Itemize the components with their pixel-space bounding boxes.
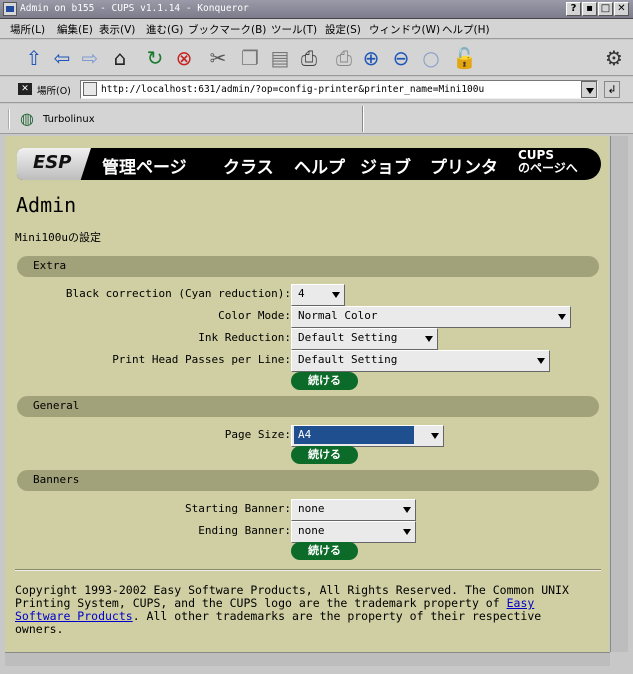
ending-banner-select[interactable]: none: [291, 521, 416, 543]
field-label: Black correction (Cyan reduction):: [65, 287, 291, 300]
easy-software-link[interactable]: Software Products: [15, 609, 133, 623]
footer-text: owners.: [15, 622, 64, 636]
chevron-down-icon: [537, 358, 545, 364]
nav-admin[interactable]: 管理ページ: [102, 153, 187, 178]
nav-jobs[interactable]: ジョブ: [360, 153, 411, 178]
menu-location[interactable]: 場所(L): [10, 22, 45, 37]
nav-printers[interactable]: プリンタ: [430, 153, 498, 178]
go-button[interactable]: ↲: [604, 81, 620, 98]
print-head-passes-select[interactable]: Default Setting: [291, 350, 550, 372]
menu-view[interactable]: 表示(V): [99, 22, 135, 37]
menu-tools[interactable]: ツール(T): [271, 22, 317, 37]
page-icon: [83, 82, 97, 96]
page-title: Admin: [16, 193, 77, 217]
nav-classes[interactable]: クラス: [223, 153, 274, 178]
footer-text: . All other trademarks are the property …: [132, 609, 542, 623]
main-toolbar: ⇧ ⇦ ⇨ ⌂ ↻ ⊗ ✂ ❐ ▤ ⎙ ⎙ ⊕ ⊖ ○ 🔓 ⚙: [0, 40, 633, 76]
chevron-down-icon: [586, 88, 594, 94]
toolbar-divider: [362, 106, 364, 132]
web-content: ESP 管理ページ クラス ヘルプ ジョブ プリンタ CUPS のページへ Adm…: [5, 136, 609, 652]
url-text: http://localhost:631/admin/?op=config-pr…: [101, 84, 485, 95]
nav-help[interactable]: ヘルプ: [294, 153, 345, 178]
location-label: 場所(O): [37, 86, 71, 97]
konqueror-app-icon[interactable]: [3, 2, 17, 16]
clear-location-icon[interactable]: ✕: [18, 83, 32, 95]
footer-text: Copyright 1993-2002 Easy Software Produc…: [15, 583, 569, 597]
menu-settings[interactable]: 設定(S): [325, 22, 361, 37]
menu-window[interactable]: ウィンドウ(W): [369, 22, 440, 37]
chevron-down-icon: [431, 433, 439, 439]
minimize-window-button[interactable]: ▪: [582, 2, 597, 16]
back-icon[interactable]: ⇦: [50, 45, 74, 71]
maximize-window-button[interactable]: □: [598, 2, 613, 16]
page-subtitle: Mini100uの設定: [15, 231, 101, 244]
field-label: Ending Banner:: [198, 524, 291, 537]
field-label: Ink Reduction:: [198, 331, 291, 344]
continue-button-banners[interactable]: 続ける: [291, 542, 358, 560]
zoom-out-icon[interactable]: ⊖: [389, 45, 413, 71]
window-title: Admin on b155 - CUPS v1.1.14 - Konqueror: [20, 3, 249, 14]
konqueror-throbber-icon[interactable]: ⚙: [602, 45, 626, 71]
field-label: Page Size:: [224, 428, 291, 441]
paste-icon[interactable]: ▤: [268, 45, 292, 71]
field-label: Color Mode:: [218, 309, 291, 322]
section-header-general: General: [17, 396, 599, 417]
page-size-select[interactable]: A4: [291, 425, 444, 447]
print-frame-icon[interactable]: ⎙: [332, 45, 356, 71]
menu-edit[interactable]: 編集(E): [57, 22, 93, 37]
chevron-down-icon: [403, 529, 411, 535]
ink-reduction-select[interactable]: Default Setting: [291, 328, 438, 350]
bookmark-toolbar: ◍ Turbolinux: [0, 104, 633, 134]
vertical-scrollbar[interactable]: [610, 136, 628, 652]
chevron-down-icon: [558, 314, 566, 320]
chevron-down-icon: [403, 507, 411, 513]
section-header-extra: Extra: [17, 256, 599, 277]
url-input[interactable]: http://localhost:631/admin/?op=config-pr…: [80, 80, 598, 99]
home-icon[interactable]: ⌂: [108, 45, 132, 71]
stop-icon[interactable]: ⊗: [172, 45, 196, 71]
esp-logo[interactable]: ESP: [17, 148, 91, 180]
easy-software-link[interactable]: Easy: [507, 596, 535, 610]
footer-divider: [15, 569, 601, 571]
footer-text: Printing System, CUPS, and the CUPS logo…: [15, 596, 500, 610]
copyright-footer: Copyright 1993-2002 Easy Software Produc…: [15, 584, 601, 636]
field-label: Print Head Passes per Line:: [112, 353, 291, 366]
menu-help[interactable]: ヘルプ(H): [442, 22, 490, 37]
black-correction-select[interactable]: 4: [291, 284, 345, 306]
print-icon[interactable]: ⎙: [297, 45, 321, 71]
find-icon[interactable]: ○: [419, 45, 443, 71]
nav-cups-home[interactable]: CUPS のページへ: [518, 149, 578, 175]
zoom-in-icon[interactable]: ⊕: [359, 45, 383, 71]
url-history-dropdown[interactable]: [581, 81, 597, 98]
close-window-button[interactable]: ✕: [614, 2, 629, 16]
section-header-banners: Banners: [17, 470, 599, 491]
menubar: 場所(L) 編集(E) 表示(V) 進む(G) ブックマーク(B) ツール(T)…: [0, 19, 633, 39]
continue-button-general[interactable]: 続ける: [291, 446, 358, 464]
cut-icon[interactable]: ✂: [206, 45, 230, 71]
security-icon[interactable]: 🔓: [452, 45, 477, 71]
color-mode-select[interactable]: Normal Color: [291, 306, 571, 328]
up-icon[interactable]: ⇧: [22, 45, 46, 71]
globe-icon: ◍: [20, 109, 34, 128]
menu-go[interactable]: 進む(G): [146, 22, 183, 37]
starting-banner-select[interactable]: none: [291, 499, 416, 521]
chevron-down-icon: [425, 336, 433, 342]
location-bar: ✕ 場所(O) http://localhost:631/admin/?op=c…: [0, 77, 633, 103]
bookmark-turbolinux[interactable]: Turbolinux: [43, 114, 95, 125]
copy-icon[interactable]: ❐: [238, 45, 262, 71]
chevron-down-icon: [332, 292, 340, 298]
resize-grip[interactable]: [610, 652, 628, 666]
field-label: Starting Banner:: [185, 502, 291, 515]
reload-icon[interactable]: ↻: [143, 45, 167, 71]
toolbar-handle[interactable]: [8, 109, 14, 129]
window-titlebar: Admin on b155 - CUPS v1.1.14 - Konqueror…: [0, 0, 633, 19]
menu-bookmarks[interactable]: ブックマーク(B): [188, 22, 266, 37]
continue-button-extra[interactable]: 続ける: [291, 372, 358, 390]
horizontal-scrollbar[interactable]: [5, 652, 610, 666]
forward-icon[interactable]: ⇨: [78, 45, 102, 71]
help-window-button[interactable]: ?: [566, 2, 581, 16]
